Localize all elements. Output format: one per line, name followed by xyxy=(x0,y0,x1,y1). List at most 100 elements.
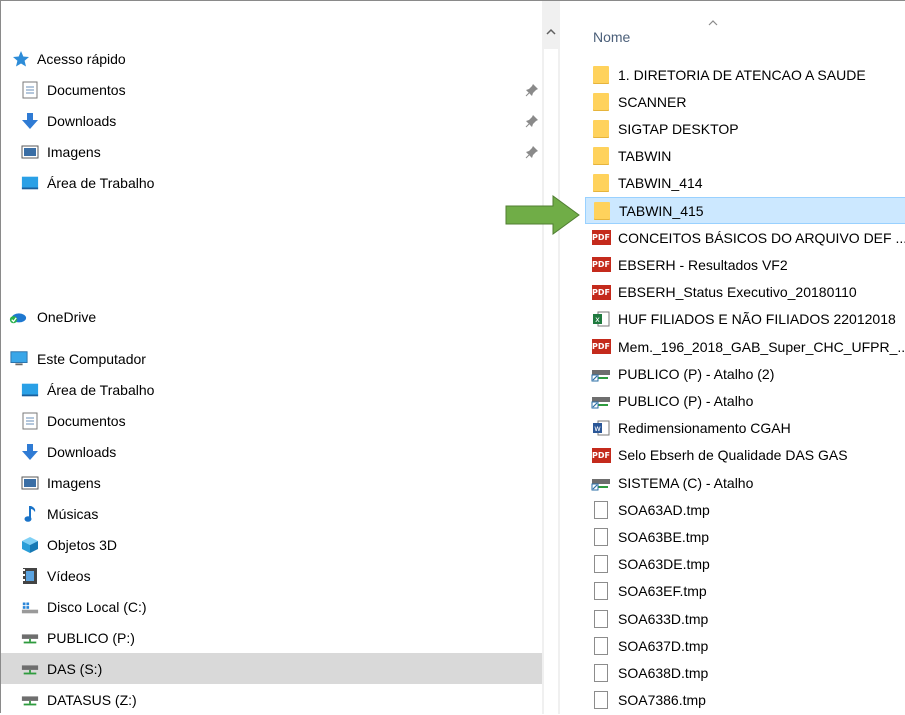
nav-item-musicas[interactable]: Músicas xyxy=(1,498,542,529)
desktop-icon xyxy=(21,381,39,399)
file-row[interactable]: PDF Mem._196_2018_GAB_Super_CHC_UFPR_... xyxy=(585,333,905,360)
file-row[interactable]: SOA637D.tmp xyxy=(585,632,905,659)
file-row[interactable]: SOA63EF.tmp xyxy=(585,578,905,605)
folder-icon xyxy=(592,201,612,221)
file-row[interactable]: SOA633D.tmp xyxy=(585,605,905,632)
nav-item-datasus[interactable]: DATASUS (Z:) xyxy=(1,684,542,715)
file-row[interactable]: SIGTAP DESKTOP xyxy=(585,115,905,142)
nav-item-documentos-pc[interactable]: Documentos xyxy=(1,405,542,436)
folder-icon xyxy=(591,119,611,139)
file-row[interactable]: TABWIN_414 xyxy=(585,170,905,197)
sort-ascending-icon[interactable] xyxy=(708,13,718,29)
nav-item-label: Disco Local (C:) xyxy=(47,598,147,615)
nav-item-downloads-pc[interactable]: Downloads xyxy=(1,436,542,467)
nav-item-label: Este Computador xyxy=(37,350,146,367)
images-icon xyxy=(21,474,39,492)
nav-item-label: OneDrive xyxy=(37,308,97,325)
scrollbar-thumb[interactable] xyxy=(544,49,558,714)
file-name: CONCEITOS BÁSICOS DO ARQUIVO DEF ... xyxy=(618,229,905,246)
star-icon xyxy=(12,50,30,68)
file-row[interactable]: SOA63AD.tmp xyxy=(585,496,905,523)
nav-item-videos[interactable]: Vídeos xyxy=(1,560,542,591)
nav-item-onedrive[interactable]: OneDrive xyxy=(1,301,542,332)
file-row[interactable]: SOA63BE.tmp xyxy=(585,523,905,550)
scroll-up-arrow-icon[interactable] xyxy=(542,23,560,39)
file-row[interactable]: w Redimensionamento CGAH xyxy=(585,415,905,442)
file-row[interactable]: PUBLICO (P) - Atalho (2) xyxy=(585,360,905,387)
file-name: TABWIN xyxy=(618,148,672,165)
nav-scrollbar[interactable] xyxy=(542,1,560,714)
file-row[interactable]: PDF Selo Ebserh de Qualidade DAS GAS xyxy=(585,442,905,469)
file-row[interactable]: SOA7386.tmp xyxy=(585,687,905,714)
nav-item-das[interactable]: DAS (S:) xyxy=(1,653,542,684)
file-name: SOA638D.tmp xyxy=(618,664,709,681)
file-row[interactable]: TABWIN xyxy=(585,143,905,170)
file-name: SIGTAP DESKTOP xyxy=(618,120,739,137)
music-icon xyxy=(21,505,39,523)
file-name: SCANNER xyxy=(618,93,687,110)
blank-file-icon xyxy=(591,554,611,574)
pin-icon[interactable] xyxy=(525,145,539,159)
file-row[interactable]: SOA63DE.tmp xyxy=(585,551,905,578)
column-header-name[interactable]: Nome xyxy=(593,29,630,45)
computer-icon xyxy=(10,350,28,368)
file-name: PUBLICO (P) - Atalho (2) xyxy=(618,365,775,382)
file-row[interactable]: 1. DIRETORIA DE ATENCAO A SAUDE xyxy=(585,61,905,88)
file-row[interactable]: x HUF FILIADOS E NÃO FILIADOS 22012018 xyxy=(585,306,905,333)
file-row[interactable]: PDF EBSERH_Status Executivo_20180110 xyxy=(585,279,905,306)
file-name: SOA7386.tmp xyxy=(618,692,706,709)
file-name: Selo Ebserh de Qualidade DAS GAS xyxy=(618,447,848,464)
nav-item-documentos[interactable]: Documentos xyxy=(1,74,542,105)
file-name: 1. DIRETORIA DE ATENCAO A SAUDE xyxy=(618,66,866,83)
pin-icon[interactable] xyxy=(525,114,539,128)
nav-item-este-computador[interactable]: Este Computador xyxy=(1,343,542,374)
nav-item-area-de-trabalho-pc[interactable]: Área de Trabalho xyxy=(1,374,542,405)
file-name: EBSERH - Resultados VF2 xyxy=(618,256,788,273)
file-row[interactable]: PDF CONCEITOS BÁSICOS DO ARQUIVO DEF ... xyxy=(585,224,905,251)
pdf-icon: PDF xyxy=(591,282,611,302)
file-name: SOA637D.tmp xyxy=(618,637,709,654)
nav-item-label: Downloads xyxy=(47,112,117,129)
file-row[interactable]: TABWIN_415 xyxy=(585,197,905,224)
nav-item-area-de-trabalho[interactable]: Área de Trabalho xyxy=(1,167,542,198)
nav-item-label: Documentos xyxy=(47,412,126,429)
nav-item-label: DAS (S:) xyxy=(47,660,103,677)
shortcut-drive-icon xyxy=(591,364,611,384)
blank-file-icon xyxy=(591,609,611,629)
file-row[interactable]: PDF EBSERH - Resultados VF2 xyxy=(585,251,905,278)
blank-file-icon xyxy=(591,636,611,656)
file-row[interactable]: SISTEMA (C) - Atalho xyxy=(585,469,905,496)
file-name: SOA633D.tmp xyxy=(618,610,709,627)
nav-item-label: Área de Trabalho xyxy=(47,381,155,398)
file-name: SOA63BE.tmp xyxy=(618,528,710,545)
excel-icon: x xyxy=(591,309,611,329)
nav-item-disco-local[interactable]: Disco Local (C:) xyxy=(1,591,542,622)
folder-icon xyxy=(591,146,611,166)
file-name: Mem._196_2018_GAB_Super_CHC_UFPR_... xyxy=(618,338,905,355)
nav-item-downloads[interactable]: Downloads xyxy=(1,105,542,136)
nav-item-label: Área de Trabalho xyxy=(47,174,155,191)
file-row[interactable]: SOA638D.tmp xyxy=(585,659,905,686)
file-name: TABWIN_414 xyxy=(618,175,703,192)
file-row[interactable]: PUBLICO (P) - Atalho xyxy=(585,387,905,414)
nav-item-label: Documentos xyxy=(47,81,126,98)
pin-icon[interactable] xyxy=(525,83,539,97)
nav-item-label: DATASUS (Z:) xyxy=(47,691,137,708)
nav-item-acesso-rapido[interactable]: Acesso rápido xyxy=(1,43,542,74)
video-icon xyxy=(21,567,39,585)
file-row[interactable]: SCANNER xyxy=(585,88,905,115)
file-name: SISTEMA (C) - Atalho xyxy=(618,474,754,491)
file-name: SOA63EF.tmp xyxy=(618,583,707,600)
nav-item-label: Downloads xyxy=(47,443,117,460)
nav-item-publico[interactable]: PUBLICO (P:) xyxy=(1,622,542,653)
green-arrow-icon xyxy=(505,195,580,235)
network-drive-icon xyxy=(21,629,39,647)
local-disk-icon xyxy=(21,598,39,616)
folder-icon xyxy=(591,173,611,193)
desktop-icon xyxy=(21,174,39,192)
nav-item-objetos-3d[interactable]: Objetos 3D xyxy=(1,529,542,560)
nav-item-imagens[interactable]: Imagens xyxy=(1,136,542,167)
nav-item-imagens-pc[interactable]: Imagens xyxy=(1,467,542,498)
blank-file-icon xyxy=(591,527,611,547)
onedrive-icon xyxy=(9,308,27,326)
